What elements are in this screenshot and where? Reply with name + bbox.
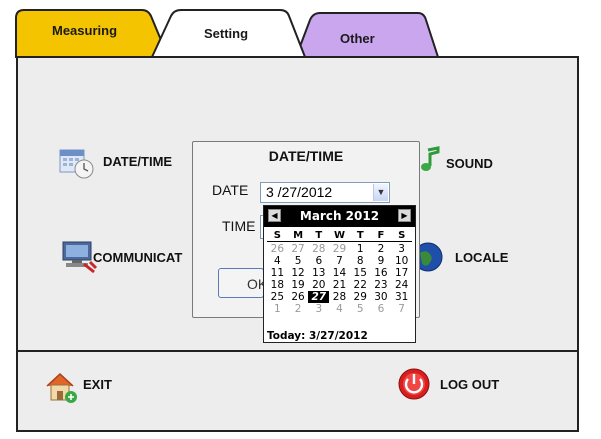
calendar-day[interactable]: 2 xyxy=(371,243,392,255)
calendar-day[interactable]: 27 xyxy=(288,243,309,255)
calendar-day[interactable]: 11 xyxy=(267,267,288,279)
calendar-day[interactable]: 9 xyxy=(371,255,392,267)
calendar-day[interactable]: 20 xyxy=(308,279,329,291)
globe-icon[interactable] xyxy=(418,241,444,273)
calendar-day[interactable]: 5 xyxy=(288,255,309,267)
tab-other-label[interactable]: Other xyxy=(340,31,375,46)
today-link[interactable]: Today: 3/27/2012 xyxy=(267,330,368,342)
calendar-day[interactable]: 29 xyxy=(350,291,371,303)
calendar-day[interactable]: 22 xyxy=(350,279,371,291)
calendar-day[interactable]: 4 xyxy=(329,303,350,315)
date-time-menu-label[interactable]: DATE/TIME xyxy=(103,154,172,169)
calendar-day[interactable]: 12 xyxy=(288,267,309,279)
calendar-day[interactable]: 2 xyxy=(288,303,309,315)
calendar-day[interactable]: 30 xyxy=(371,291,392,303)
music-note-icon[interactable] xyxy=(418,146,442,176)
calendar-day[interactable]: 13 xyxy=(308,267,329,279)
calendar-day[interactable]: 28 xyxy=(308,243,329,255)
sound-menu-label[interactable]: SOUND xyxy=(446,156,493,171)
ok-button-label: OK xyxy=(247,276,263,292)
weekday-row: SMTWTFS xyxy=(267,230,412,242)
calendar-day[interactable]: 15 xyxy=(350,267,371,279)
calendar-day[interactable]: 24 xyxy=(391,279,412,291)
calendar-day[interactable]: 26 xyxy=(267,243,288,255)
chevron-down-icon[interactable]: ▼ xyxy=(373,184,388,201)
calendar-clock-icon[interactable] xyxy=(58,147,94,179)
calendar-day[interactable]: 28 xyxy=(329,291,350,303)
ok-button[interactable]: OK xyxy=(218,268,264,298)
date-label: DATE xyxy=(212,182,249,198)
calendar-month: March 2012 xyxy=(299,209,380,223)
weekday-label: T xyxy=(356,230,364,241)
calendar-day[interactable]: 7 xyxy=(391,303,412,315)
calendar-day[interactable]: 7 xyxy=(329,255,350,267)
power-icon[interactable] xyxy=(397,367,431,401)
calendar-day[interactable]: 14 xyxy=(329,267,350,279)
locale-menu-label[interactable]: LOCALE xyxy=(455,250,508,265)
weekday-label: S xyxy=(398,230,406,241)
time-label: TIME xyxy=(222,218,256,234)
communication-menu-label[interactable]: COMMUNICAT xyxy=(93,250,182,265)
weekday-label: T xyxy=(315,230,323,241)
tab-measuring-label[interactable]: Measuring xyxy=(52,23,117,38)
footer-divider xyxy=(16,350,579,352)
calendar-day[interactable]: 4 xyxy=(267,255,288,267)
date-field[interactable]: 3 /27/2012 ▼ xyxy=(260,182,390,203)
dialog-title: DATE/TIME xyxy=(268,148,344,164)
exit-label[interactable]: EXIT xyxy=(83,377,112,392)
calendar-day[interactable]: 31 xyxy=(391,291,412,303)
calendar-grid: 26 27 28 29 1 2 3 4 5 6 7 8 9 10 11 12 13 14 15 16 17 18 19 20 2… xyxy=(267,243,412,315)
weekday-label: W xyxy=(334,230,346,241)
calendar-day[interactable]: 23 xyxy=(371,279,392,291)
weekday-label: F xyxy=(377,230,385,241)
calendar-day[interactable]: 17 xyxy=(391,267,412,279)
calendar-day[interactable]: 10 xyxy=(391,255,412,267)
calendar-day[interactable]: 25 xyxy=(267,291,288,303)
calendar-day-selected[interactable]: 27 xyxy=(308,291,330,303)
date-value: 3 /27/2012 xyxy=(266,184,333,200)
calendar-day[interactable]: 18 xyxy=(267,279,288,291)
calendar-day[interactable]: 1 xyxy=(267,303,288,315)
calendar-header: ◀ March 2012 ▶ xyxy=(264,206,415,227)
calendar-popup: ◀ March 2012 ▶ SMTWTFS 26 27 28 29 1 2 3 4 5 6 7 8 9… xyxy=(263,205,416,343)
calendar-day[interactable]: 3 xyxy=(308,303,329,315)
calendar-day[interactable]: 21 xyxy=(329,279,350,291)
logout-label[interactable]: LOG OUT xyxy=(440,377,499,392)
calendar-day[interactable]: 16 xyxy=(371,267,392,279)
calendar-day[interactable]: 19 xyxy=(288,279,309,291)
tab-setting-label[interactable]: Setting xyxy=(204,26,248,41)
calendar-day[interactable]: 8 xyxy=(350,255,371,267)
calendar-day[interactable]: 5 xyxy=(350,303,371,315)
calendar-day[interactable]: 6 xyxy=(308,255,329,267)
calendar-day[interactable]: 1 xyxy=(350,243,371,255)
calendar-day[interactable]: 26 xyxy=(288,291,309,303)
weekday-label: M xyxy=(293,230,304,241)
house-icon[interactable] xyxy=(43,370,79,404)
next-month-icon[interactable]: ▶ xyxy=(398,209,411,222)
calendar-day[interactable]: 3 xyxy=(391,243,412,255)
weekday-label: S xyxy=(273,230,281,241)
calendar-day[interactable]: 29 xyxy=(329,243,350,255)
calendar-day[interactable]: 6 xyxy=(371,303,392,315)
